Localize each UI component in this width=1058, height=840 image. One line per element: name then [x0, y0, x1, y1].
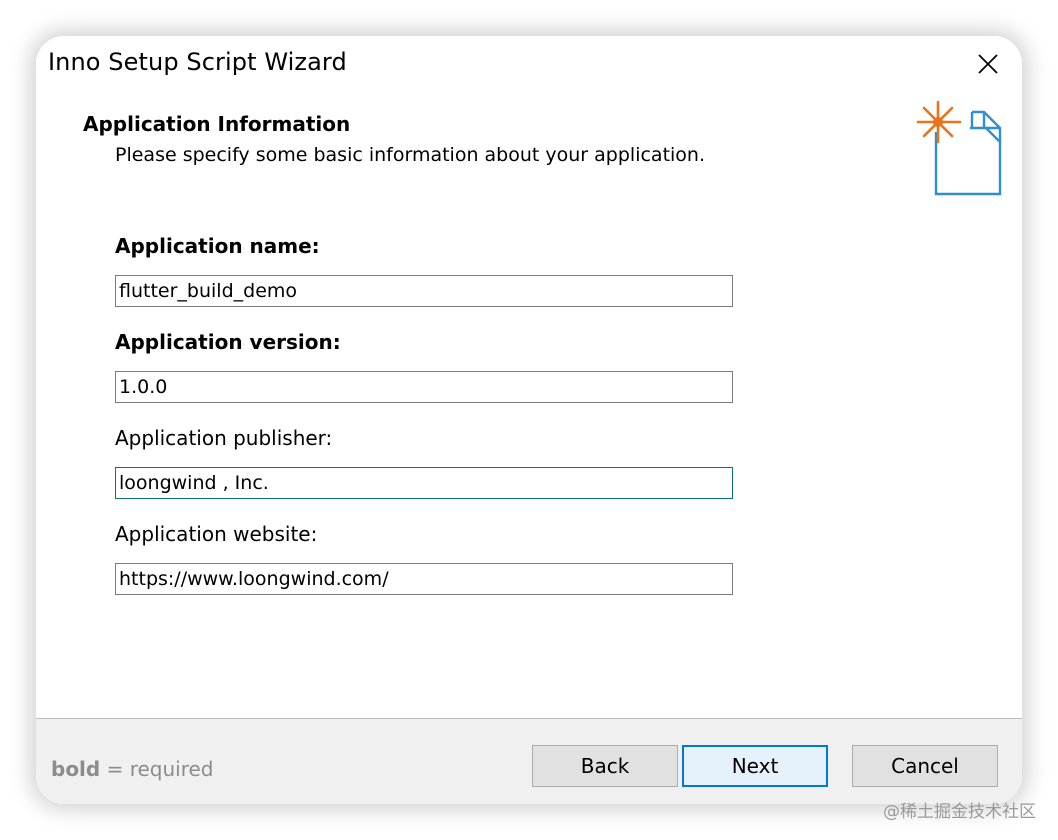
application-website-label: Application website: — [115, 522, 318, 546]
page-heading: Application Information — [83, 112, 351, 136]
title-bar: Inno Setup Script Wizard — [36, 36, 1022, 92]
next-button[interactable]: Next — [682, 745, 828, 787]
application-website-input[interactable] — [115, 563, 733, 595]
page-description: Please specify some basic information ab… — [115, 144, 706, 166]
legend-text: = required — [100, 757, 214, 781]
close-icon — [978, 54, 998, 74]
new-document-sparkle-icon — [916, 100, 1002, 196]
application-publisher-input[interactable] — [115, 467, 733, 499]
back-button[interactable]: Back — [532, 745, 678, 787]
application-version-input[interactable] — [115, 371, 733, 403]
cancel-button[interactable]: Cancel — [852, 745, 998, 787]
wizard-window: Inno Setup Script Wizard Application Inf… — [36, 36, 1022, 804]
close-button[interactable] — [968, 46, 1008, 82]
application-name-input[interactable] — [115, 275, 733, 307]
button-bar: bold = required Back Next Cancel — [36, 718, 1022, 804]
required-legend: bold = required — [51, 757, 214, 781]
application-name-label: Application name: — [115, 234, 320, 258]
window-title: Inno Setup Script Wizard — [48, 48, 347, 76]
application-publisher-label: Application publisher: — [115, 426, 333, 450]
legend-bold-word: bold — [51, 757, 101, 781]
application-version-label: Application version: — [115, 330, 341, 354]
watermark-text: @稀土掘金技术社区 — [883, 802, 1036, 822]
